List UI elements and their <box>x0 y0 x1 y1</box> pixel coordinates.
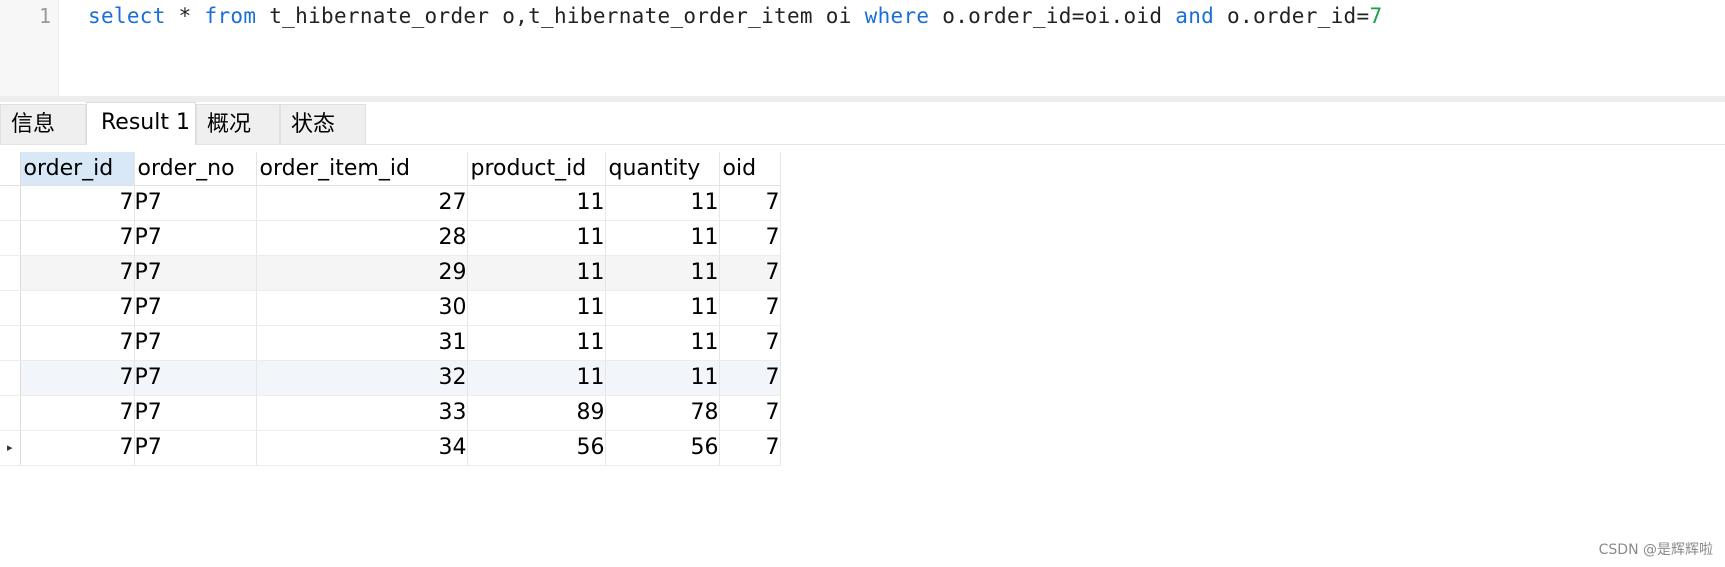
table-row[interactable]: 7 P7 33 89 78 7 <box>0 395 781 431</box>
sql-code-line[interactable]: select * from t_hibernate_order o,t_hibe… <box>88 4 1382 28</box>
cell-product-id[interactable]: 11 <box>467 255 606 291</box>
row-indicator[interactable] <box>0 185 21 221</box>
tab-info[interactable]: 信息 <box>0 104 86 144</box>
cell-quantity[interactable]: 11 <box>605 255 720 291</box>
cell-quantity[interactable]: 11 <box>605 290 720 326</box>
row-indicator[interactable] <box>0 220 21 256</box>
cell-product-id[interactable]: 11 <box>467 325 606 361</box>
row-indicator-header <box>0 152 21 186</box>
cell-quantity[interactable]: 11 <box>605 220 720 256</box>
table-row[interactable]: 7 P7 29 11 11 7 <box>0 255 781 291</box>
cell-order-id[interactable]: 7 <box>20 325 135 361</box>
cell-order-id[interactable]: 7 <box>20 395 135 431</box>
cell-order-no[interactable]: P7 <box>134 325 257 361</box>
column-header-oid[interactable]: oid <box>719 152 781 186</box>
cell-oid[interactable]: 7 <box>719 290 781 326</box>
cell-order-id[interactable]: 7 <box>20 360 135 396</box>
cell-order-no[interactable]: P7 <box>134 255 257 291</box>
cell-order-no[interactable]: P7 <box>134 220 257 256</box>
result-grid[interactable]: order_id order_no order_item_id product_id q… <box>0 152 781 466</box>
row-indicator[interactable] <box>0 325 21 361</box>
cell-oid[interactable]: 7 <box>719 255 781 291</box>
cell-order-item-id[interactable]: 32 <box>256 360 468 396</box>
column-header-quantity[interactable]: quantity <box>605 152 720 186</box>
row-indicator[interactable] <box>0 395 21 431</box>
sql-keyword: select <box>88 4 166 28</box>
cell-order-id[interactable]: 7 <box>20 255 135 291</box>
cell-oid[interactable]: 7 <box>719 220 781 256</box>
table-row[interactable]: 7 P7 30 11 11 7 <box>0 290 781 326</box>
cell-order-no[interactable]: P7 <box>134 395 257 431</box>
result-tab-bar: 信息 Result 1 概况 状态 <box>0 102 1725 145</box>
cell-product-id[interactable]: 56 <box>467 430 606 466</box>
table-row[interactable]: 7 P7 27 11 11 7 <box>0 185 781 221</box>
tab-info-label: 信息 <box>11 112 56 137</box>
watermark: CSDN @是辉辉啦 <box>1598 542 1713 558</box>
cell-quantity[interactable]: 11 <box>605 360 720 396</box>
tab-result-1[interactable]: Result 1 <box>86 102 196 145</box>
cell-quantity[interactable]: 11 <box>605 185 720 221</box>
sql-text: o.order_id= <box>1214 4 1370 28</box>
sql-keyword: from <box>204 4 257 28</box>
table-row[interactable]: 7 P7 31 11 11 7 <box>0 325 781 361</box>
cell-order-id[interactable]: 7 <box>20 185 135 221</box>
cell-order-item-id[interactable]: 34 <box>256 430 468 466</box>
cell-order-id[interactable]: 7 <box>20 290 135 326</box>
cell-order-no[interactable]: P7 <box>134 360 257 396</box>
cell-quantity[interactable]: 78 <box>605 395 720 431</box>
cell-oid[interactable]: 7 <box>719 360 781 396</box>
line-number: 1 <box>38 4 52 28</box>
cell-order-item-id[interactable]: 28 <box>256 220 468 256</box>
tab-status[interactable]: 状态 <box>280 104 366 144</box>
navicat-query-window: 1 select * from t_hibernate_order o,t_hi… <box>0 0 1725 567</box>
column-header-order-item-id[interactable]: order_item_id <box>256 152 468 186</box>
cell-order-item-id[interactable]: 27 <box>256 185 468 221</box>
cell-product-id[interactable]: 11 <box>467 290 606 326</box>
row-indicator[interactable] <box>0 360 21 396</box>
grid-header-row: order_id order_no order_item_id product_id q… <box>0 152 781 186</box>
cell-order-id[interactable]: 7 <box>20 430 135 466</box>
cell-product-id[interactable]: 11 <box>467 185 606 221</box>
tab-status-label: 状态 <box>291 112 336 137</box>
tab-summary[interactable]: 概况 <box>196 104 280 144</box>
tab-result-label: Result 1 <box>101 110 190 135</box>
cell-order-no[interactable]: P7 <box>134 290 257 326</box>
cell-order-item-id[interactable]: 30 <box>256 290 468 326</box>
cell-order-no[interactable]: P7 <box>134 430 257 466</box>
tab-summary-label: 概况 <box>207 112 252 137</box>
cell-order-item-id[interactable]: 31 <box>256 325 468 361</box>
sql-text: o.order_id=oi.oid <box>929 4 1176 28</box>
cell-product-id[interactable]: 89 <box>467 395 606 431</box>
cell-product-id[interactable]: 11 <box>467 220 606 256</box>
cell-oid[interactable]: 7 <box>719 430 781 466</box>
cell-oid[interactable]: 7 <box>719 325 781 361</box>
column-header-product-id[interactable]: product_id <box>467 152 606 186</box>
row-indicator[interactable] <box>0 255 21 291</box>
cell-order-no[interactable]: P7 <box>134 185 257 221</box>
column-header-order-id[interactable]: order_id <box>20 152 135 186</box>
cell-order-item-id[interactable]: 33 <box>256 395 468 431</box>
table-row[interactable]: 7 P7 28 11 11 7 <box>0 220 781 256</box>
sql-keyword: and <box>1175 4 1215 28</box>
row-indicator[interactable]: ▸ <box>0 430 21 466</box>
sql-keyword: where <box>864 4 930 28</box>
table-row[interactable]: ▸ 7 P7 34 56 56 7 <box>0 430 781 466</box>
cell-oid[interactable]: 7 <box>719 185 781 221</box>
cell-oid[interactable]: 7 <box>719 395 781 431</box>
cell-quantity[interactable]: 56 <box>605 430 720 466</box>
cell-product-id[interactable]: 11 <box>467 360 606 396</box>
cell-order-item-id[interactable]: 29 <box>256 255 468 291</box>
sql-text: t_hibernate_order o,t_hibernate_order_it… <box>256 4 865 28</box>
column-header-order-no[interactable]: order_no <box>134 152 257 186</box>
cell-quantity[interactable]: 11 <box>605 325 720 361</box>
row-indicator[interactable] <box>0 290 21 326</box>
table-row[interactable]: 7 P7 32 11 11 7 <box>0 360 781 396</box>
sql-number: 7 <box>1369 4 1383 28</box>
cell-order-id[interactable]: 7 <box>20 220 135 256</box>
sql-text: * <box>165 4 205 28</box>
sql-editor[interactable]: 1 select * from t_hibernate_order o,t_hi… <box>0 0 1725 96</box>
line-number-gutter: 1 <box>0 0 59 96</box>
